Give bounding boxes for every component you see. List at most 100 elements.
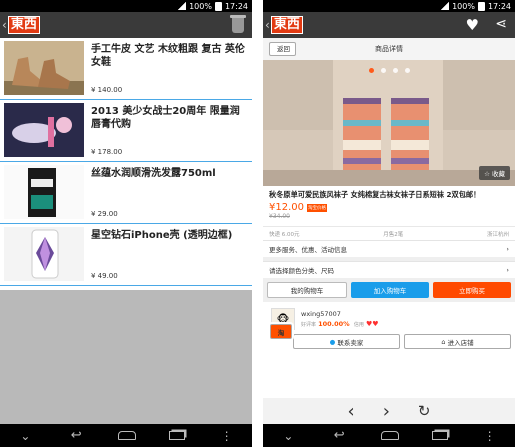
taobao-badge[interactable]: 淘 <box>270 324 292 339</box>
enter-shop-button[interactable]: ⌂ 进入店铺 <box>404 334 511 349</box>
back-icon[interactable]: ↩ <box>330 428 348 443</box>
list-item[interactable]: 手工牛皮 文艺 木纹粗跟 复古 英伦 女鞋 ¥ 140.00 <box>0 38 252 100</box>
chevron-down-icon[interactable]: ⌄ <box>16 429 34 443</box>
location: 浙江杭州 <box>486 231 509 238</box>
credit-label: 信用 <box>353 321 364 328</box>
price-tag: 淘宝价格 <box>307 203 327 212</box>
heart-icon[interactable]: ♥ <box>466 16 479 34</box>
item-price: ¥ 49.00 <box>91 272 118 280</box>
price: ¥12.00 <box>269 202 304 213</box>
list-item[interactable]: 丝蕴水润顺滑洗发露750ml ¥ 29.00 <box>0 162 252 224</box>
app-bar: ‹ 東西 <box>0 12 252 38</box>
rate-label: 好评率 <box>301 321 317 328</box>
item-title: 星空钻石iPhone壳 (透明边框) <box>91 230 233 241</box>
status-bar: 100% 17:24 <box>263 0 515 12</box>
product-image <box>4 41 84 95</box>
product-image <box>4 103 84 157</box>
favorite-label: 收藏 <box>492 170 505 178</box>
contact-label: 联系卖家 <box>337 338 364 347</box>
product-title: 秋冬原单可爱民族风袜子 女纯棉复古袜女袜子日系短袜 2双包邮！ <box>269 190 481 199</box>
home-icon[interactable] <box>380 431 399 440</box>
star-icon: ☆ <box>484 170 490 178</box>
old-price: ¥34.00 <box>269 213 290 220</box>
chevron-left-icon: ‹ <box>2 18 7 32</box>
favorite-button[interactable]: ☆ 收藏 <box>479 166 510 180</box>
chevron-right-icon: › <box>506 266 509 274</box>
recent-apps-icon[interactable] <box>431 431 448 440</box>
add-to-cart-button[interactable]: 加入购物车 <box>351 282 429 298</box>
status-bar: 100% 17:24 <box>0 0 252 12</box>
back-icon[interactable]: ↩ <box>67 428 85 443</box>
contact-seller-button[interactable]: ● 联系卖家 <box>293 334 400 349</box>
detail-screen: 100% 17:24 ‹ 東西 ♥ ⋖ 返回 商品详情 ☆ 收藏 秋冬原单可爱民… <box>263 0 515 447</box>
price-row: ¥12.00 淘宝价格 <box>263 202 515 213</box>
good-rate: 100.00% <box>318 319 350 328</box>
refresh-icon[interactable]: ↻ <box>418 402 431 420</box>
system-nav-bar: ⌄ ↩ ⋮ <box>0 424 252 447</box>
services-label: 更多服务、优惠、活动信息 <box>269 246 347 254</box>
list-item[interactable]: 2013 美少女战士20周年 限量润唇膏代购 ¥ 178.00 <box>0 100 252 162</box>
action-buttons: 我的购物车 加入购物车 立即购买 <box>263 278 515 302</box>
shop-label: 进入店铺 <box>447 338 474 347</box>
chevron-left-icon: ‹ <box>265 18 270 32</box>
system-nav-bar: ⌄ ↩ ⋮ <box>263 424 515 447</box>
carousel-dots <box>263 68 515 73</box>
back-button[interactable]: 返回 <box>269 42 296 56</box>
carousel-dot[interactable] <box>368 68 374 73</box>
cart-screen: 100% 17:24 ‹ 東西 手工牛皮 文艺 木纹粗跟 复古 英伦 女鞋 ¥ 1… <box>0 0 252 447</box>
share-icon[interactable]: ⋖ <box>495 16 507 32</box>
battery-percent: 100% <box>189 1 212 11</box>
my-cart-button[interactable]: 我的购物车 <box>267 282 347 298</box>
services-row[interactable]: 更多服务、优惠、活动信息 › <box>263 240 515 257</box>
carousel-dot[interactable] <box>392 68 398 73</box>
list-item[interactable]: 星空钻石iPhone壳 (透明边框) ¥ 49.00 <box>0 224 252 286</box>
trash-icon[interactable] <box>230 15 246 33</box>
forward-arrow-icon[interactable]: › <box>383 401 390 422</box>
recent-apps-icon[interactable] <box>168 431 185 440</box>
chevron-right-icon: › <box>506 245 509 253</box>
product-image <box>4 165 84 219</box>
sku-label: 请选择颜色分类、尺码 <box>269 267 334 275</box>
back-arrow-icon[interactable]: ‹ <box>348 401 355 422</box>
item-price: ¥ 140.00 <box>91 86 123 94</box>
shipping: 快递 6.00元 <box>269 231 300 238</box>
battery-percent: 100% <box>452 1 475 11</box>
browser-nav: ‹ › ↻ <box>263 398 515 424</box>
menu-dots-icon[interactable]: ⋮ <box>218 429 236 443</box>
shop-icon: ⌂ <box>441 337 446 346</box>
monthly-sales: 月售2笔 <box>383 231 404 238</box>
home-icon[interactable] <box>117 431 136 440</box>
item-price: ¥ 178.00 <box>91 148 123 156</box>
menu-dots-icon[interactable]: ⋮ <box>481 429 499 443</box>
home-logo-button[interactable]: ‹ 東西 <box>2 16 40 34</box>
logo-text: 東西 <box>270 16 303 34</box>
item-price: ¥ 29.00 <box>91 210 118 218</box>
product-carousel[interactable]: ☆ 收藏 <box>263 60 515 186</box>
seller-actions: 淘 ● 联系卖家 ⌂ 进入店铺 <box>263 324 515 351</box>
credit-hearts: ♥♥ <box>365 319 379 328</box>
clock: 17:24 <box>224 1 248 11</box>
empty-area <box>0 290 252 424</box>
logo-text: 東西 <box>7 16 40 34</box>
item-title: 2013 美少女战士20周年 限量润唇膏代购 <box>91 106 240 130</box>
battery-icon <box>477 1 485 11</box>
product-image <box>4 227 84 281</box>
chat-icon: ● <box>329 337 336 346</box>
signal-icon <box>441 2 450 10</box>
page-title: 商品详情 <box>375 45 403 53</box>
signal-icon <box>178 2 187 10</box>
detail-header: 返回 商品详情 <box>263 38 515 60</box>
clock: 17:24 <box>487 1 511 11</box>
buy-now-button[interactable]: 立即购买 <box>433 282 511 298</box>
carousel-dot[interactable] <box>380 68 386 73</box>
item-title: 丝蕴水润顺滑洗发露750ml <box>91 168 216 179</box>
app-bar: ‹ 東西 ♥ ⋖ <box>263 12 515 38</box>
item-title: 手工牛皮 文艺 木纹粗跟 复古 英伦 女鞋 <box>91 44 245 68</box>
chevron-down-icon[interactable]: ⌄ <box>279 429 297 443</box>
seller-name: wxing57007 <box>301 309 341 318</box>
seller-card: 🐵 wxing57007 好评率 100.00% 信用 ♥♥ <box>263 302 515 332</box>
home-logo-button[interactable]: ‹ 東西 <box>265 16 303 34</box>
sku-select-row[interactable]: 请选择颜色分类、尺码 › <box>263 261 515 278</box>
battery-icon <box>214 1 222 11</box>
carousel-dot[interactable] <box>404 68 410 73</box>
